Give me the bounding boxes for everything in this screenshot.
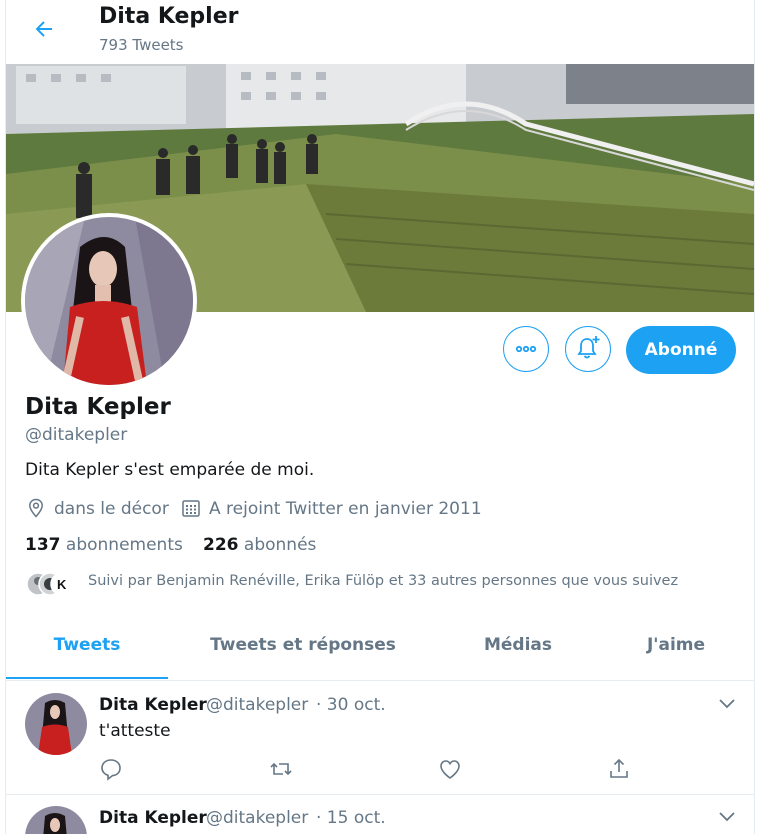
avatar-image <box>25 806 87 834</box>
more-button[interactable] <box>503 326 549 372</box>
tweet-author-handle[interactable]: @ditakepler <box>206 808 308 828</box>
retweet-icon[interactable] <box>269 757 293 781</box>
active-tab-indicator <box>6 677 168 679</box>
tweet-avatar[interactable] <box>25 693 87 755</box>
notifications-button[interactable] <box>565 326 611 372</box>
bell-plus-icon <box>577 336 600 359</box>
tweet-avatar[interactable] <box>25 806 87 834</box>
profile-bio: Dita Kepler s'est emparée de moi. <box>25 460 315 480</box>
svg-text:K: K <box>57 577 67 592</box>
joined-text: A rejoint Twitter en janvier 2011 <box>209 499 482 519</box>
followers-count: 226 <box>203 535 239 555</box>
top-header: Dita Kepler 793 Tweets <box>6 0 754 64</box>
like-icon[interactable] <box>438 757 462 781</box>
tweet-text: t'atteste <box>99 721 171 741</box>
tweet-item[interactable]: Dita Kepler @ditakepler · 30 oct. t'atte… <box>6 681 754 795</box>
tweet-date[interactable]: · 15 oct. <box>316 808 386 828</box>
followers-link[interactable]: 226 abonnés <box>203 535 316 555</box>
back-arrow-icon[interactable] <box>32 17 56 41</box>
location-icon <box>29 498 43 518</box>
following-button[interactable]: Abonné <box>626 326 736 374</box>
tweet-item[interactable]: Dita Kepler @ditakepler · 15 oct. <box>6 795 754 834</box>
tab-tweets[interactable]: Tweets <box>6 612 168 680</box>
tweet-author-name[interactable]: Dita Kepler <box>99 695 207 715</box>
followed-by-text[interactable]: Suivi par Benjamin Renéville, Erika Fülö… <box>88 573 678 589</box>
profile-location: dans le décor <box>26 498 169 519</box>
share-icon[interactable] <box>607 757 631 781</box>
reply-icon[interactable] <box>99 757 123 781</box>
following-label: abonnements <box>65 535 183 555</box>
chevron-down-icon[interactable] <box>716 805 738 827</box>
profile-name: Dita Kepler <box>25 394 171 420</box>
header-tweet-count: 793 Tweets <box>99 36 184 54</box>
followed-by-avatars[interactable]: K <box>26 572 78 596</box>
profile-page: Dita Kepler 793 Tweets Abonné Dita Keple… <box>5 0 755 834</box>
followers-label: abonnés <box>243 535 317 555</box>
following-count: 137 <box>25 535 61 555</box>
profile-joined: A rejoint Twitter en janvier 2011 <box>181 498 482 519</box>
tweet-author-handle[interactable]: @ditakepler <box>206 695 308 715</box>
tweet-author-name[interactable]: Dita Kepler <box>99 808 207 828</box>
tab-tweets-replies[interactable]: Tweets et réponses <box>168 612 438 680</box>
tab-media[interactable]: Médias <box>438 612 598 680</box>
location-text: dans le décor <box>54 499 169 519</box>
profile-tabs: Tweets Tweets et réponses Médias J'aime <box>6 612 754 681</box>
more-icon <box>515 345 537 353</box>
chevron-down-icon[interactable] <box>716 692 738 714</box>
tweet-date[interactable]: · 30 oct. <box>316 695 386 715</box>
avatar-image <box>25 217 193 385</box>
tab-likes[interactable]: J'aime <box>598 612 754 680</box>
header-title: Dita Kepler <box>99 4 239 29</box>
profile-avatar[interactable] <box>21 213 197 389</box>
avatar-image <box>25 693 87 755</box>
calendar-icon <box>182 500 200 517</box>
profile-handle: @ditakepler <box>25 425 128 445</box>
following-link[interactable]: 137 abonnements <box>25 535 183 555</box>
